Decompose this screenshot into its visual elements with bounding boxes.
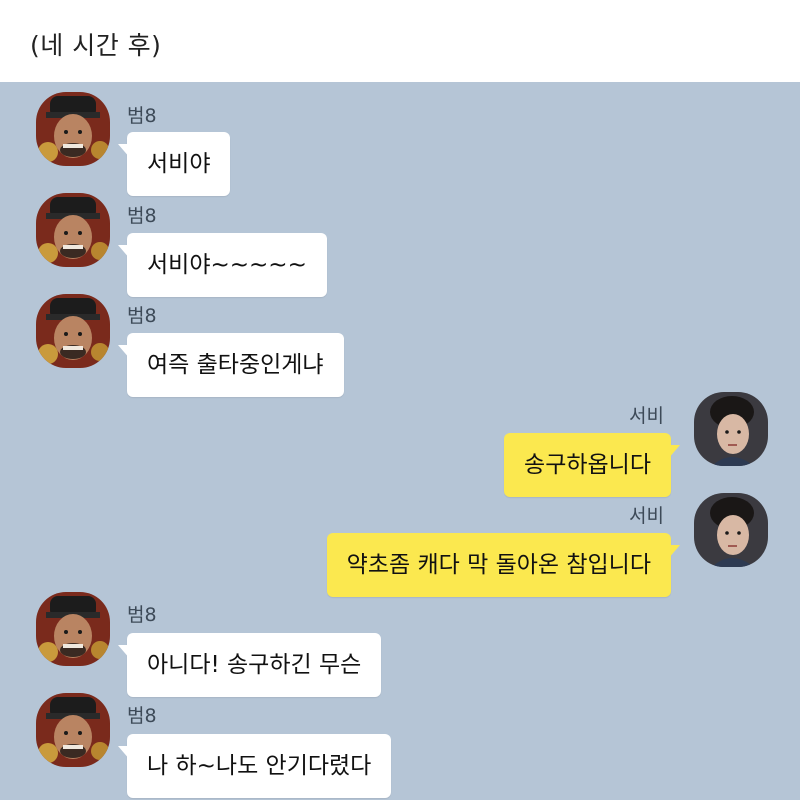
sender-name: 범8	[127, 705, 157, 727]
king-avatar[interactable]	[36, 193, 110, 267]
chat-area[interactable]: 범8 서비야 범8 서비야~~~~~ 범8 여즉 출타중인게냐 서비 송구하옵니…	[0, 82, 800, 800]
message-bubble[interactable]: 송구하옵니다	[504, 433, 680, 497]
sender-name: 범8	[127, 604, 157, 626]
message-bubble[interactable]: 약초좀 캐다 막 돌아온 참입니다	[326, 533, 681, 597]
message-bubble[interactable]: 아니다! 송구하긴 무슨	[117, 633, 382, 697]
sender-name: 서비	[629, 505, 664, 527]
header-title: (네 시간 후)	[30, 31, 162, 60]
message-bubble[interactable]: 나 하~나도 안기다렸다	[117, 734, 392, 798]
message-bubble[interactable]: 서비야	[117, 132, 231, 196]
woman-avatar[interactable]	[694, 493, 768, 567]
sender-name: 범8	[127, 205, 157, 227]
king-avatar[interactable]	[36, 693, 110, 767]
king-avatar[interactable]	[36, 294, 110, 368]
king-avatar[interactable]	[36, 592, 110, 666]
sender-name: 서비	[629, 405, 664, 427]
woman-avatar[interactable]	[694, 392, 768, 466]
message-bubble[interactable]: 서비야~~~~~	[118, 233, 327, 297]
sender-name: 범8	[127, 305, 157, 327]
chat-header: (네 시간 후)	[0, 0, 800, 82]
sender-name: 범8	[127, 105, 157, 127]
king-avatar[interactable]	[36, 92, 110, 166]
message-bubble[interactable]: 여즉 출타중인게냐	[118, 333, 344, 397]
